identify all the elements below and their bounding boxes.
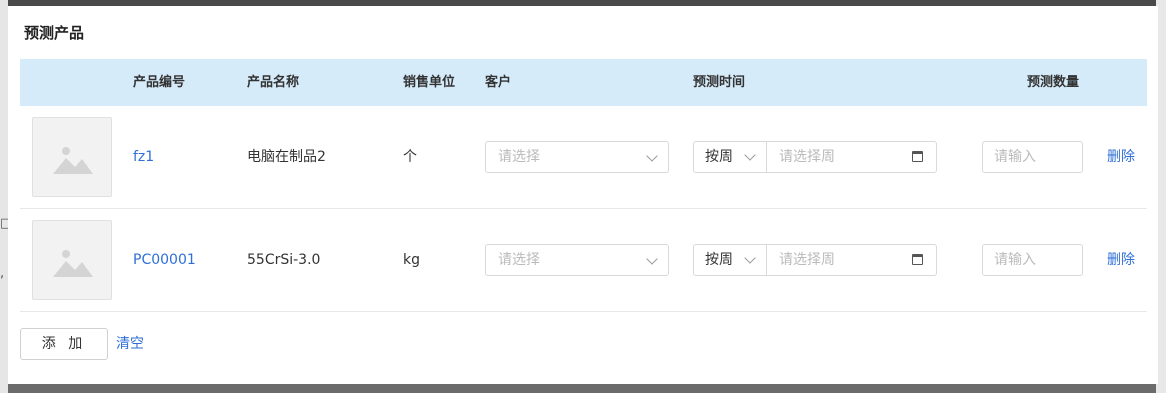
forecast-period-picker: 按周 请选择周	[693, 244, 937, 276]
forecast-product-table: 产品编号 产品名称 销售单位 客户 预测时间 预测数量 fz1 电脑在制品2 个…	[20, 59, 1147, 312]
chevron-down-icon	[744, 252, 756, 264]
modal-title: 预测产品	[24, 24, 85, 42]
forecast-quantity-placeholder: 请输入	[994, 149, 1036, 165]
delete-row-link[interactable]: 删除	[1107, 209, 1135, 312]
calendar-icon	[912, 151, 923, 162]
add-button[interactable]: 添 加	[20, 328, 108, 360]
product-name: 55CrSi-3.0	[247, 252, 321, 268]
clear-link[interactable]: 清空	[116, 328, 144, 360]
chevron-down-icon	[744, 149, 756, 161]
product-thumbnail	[32, 117, 112, 197]
forecast-quantity-placeholder: 请输入	[994, 252, 1036, 268]
product-name: 电脑在制品2	[247, 149, 326, 165]
image-placeholder-icon	[53, 250, 93, 277]
forecast-quantity-input[interactable]: 请输入	[982, 141, 1083, 173]
image-placeholder-icon	[53, 147, 93, 174]
period-mode-select[interactable]: 按周	[694, 142, 767, 172]
calendar-icon	[912, 254, 923, 265]
period-mode-value: 按周	[705, 252, 733, 268]
table-row: PC00001 55CrSi-3.0 kg 请选择 按周 请选择周 请输入 删除	[20, 209, 1147, 312]
customer-select-placeholder: 请选择	[498, 149, 540, 165]
product-code-link[interactable]: PC00001	[133, 209, 196, 312]
forecast-product-modal: 预测产品 产品编号 产品名称 销售单位 客户 预测时间 预测数量 fz1 电脑在…	[8, 6, 1158, 384]
chevron-down-icon	[646, 253, 658, 265]
delete-row-link[interactable]: 删除	[1107, 106, 1135, 209]
sales-unit: 个	[403, 149, 417, 165]
backdrop-left-panel: □ ,	[0, 0, 12, 393]
column-header-product-code: 产品编号	[133, 75, 186, 90]
customer-select[interactable]: 请选择	[485, 244, 669, 276]
column-header-forecast-time: 预测时间	[693, 75, 746, 90]
period-mode-select[interactable]: 按周	[694, 245, 767, 275]
product-thumbnail	[32, 220, 112, 300]
week-picker-placeholder: 请选择周	[779, 252, 835, 268]
week-picker-placeholder: 请选择周	[779, 149, 835, 165]
column-header-forecast-quantity: 预测数量	[1027, 75, 1080, 90]
table-row: fz1 电脑在制品2 个 请选择 按周 请选择周 请输入 删除	[20, 106, 1147, 209]
customer-select-placeholder: 请选择	[498, 252, 540, 268]
forecast-period-picker: 按周 请选择周	[693, 141, 937, 173]
customer-select[interactable]: 请选择	[485, 141, 669, 173]
column-header-product-name: 产品名称	[247, 75, 300, 90]
table-header: 产品编号 产品名称 销售单位 客户 预测时间 预测数量	[20, 59, 1147, 106]
chevron-down-icon	[646, 150, 658, 162]
column-header-customer: 客户	[485, 75, 512, 90]
sales-unit: kg	[403, 252, 420, 268]
product-code-link[interactable]: fz1	[133, 106, 154, 209]
column-header-sales-unit: 销售单位	[403, 75, 456, 90]
forecast-quantity-input[interactable]: 请输入	[982, 244, 1083, 276]
period-mode-value: 按周	[705, 149, 733, 165]
backdrop-text-fragment: ,	[0, 266, 5, 281]
